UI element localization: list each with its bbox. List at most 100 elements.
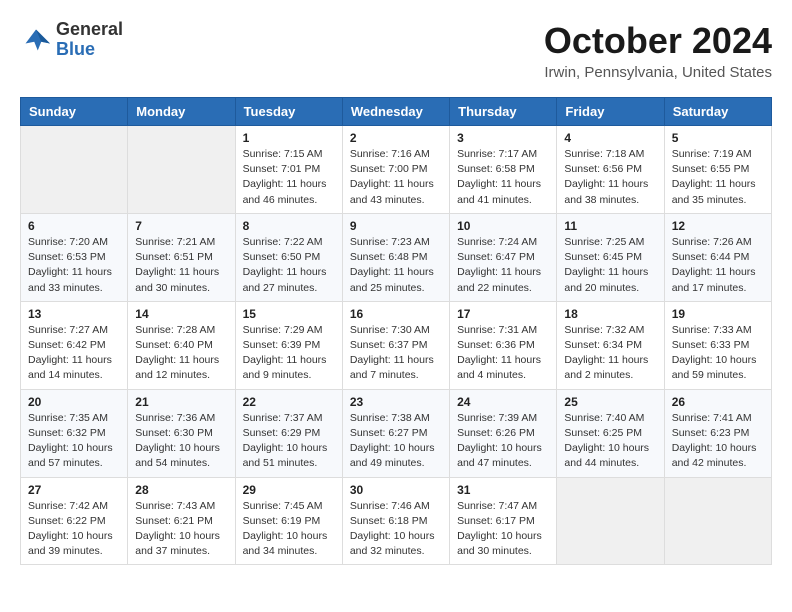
day-number: 24 <box>457 395 549 409</box>
day-number: 13 <box>28 307 120 321</box>
day-info: Sunrise: 7:41 AMSunset: 6:23 PMDaylight:… <box>672 411 764 472</box>
day-info: Sunrise: 7:42 AMSunset: 6:22 PMDaylight:… <box>28 499 120 560</box>
day-info: Sunrise: 7:17 AMSunset: 6:58 PMDaylight:… <box>457 147 549 208</box>
day-number: 14 <box>135 307 227 321</box>
table-row: 19Sunrise: 7:33 AMSunset: 6:33 PMDayligh… <box>664 301 771 389</box>
day-number: 22 <box>243 395 335 409</box>
calendar-week-row: 6 Sunrise: 7:20 AMSunset: 6:53 PMDaylight… <box>21 213 772 301</box>
day-number: 6 <box>28 219 120 233</box>
day-number: 11 <box>564 219 656 233</box>
day-number: 25 <box>564 395 656 409</box>
logo-icon <box>20 26 52 54</box>
table-row: 2 Sunrise: 7:16 AMSunset: 7:00 PMDaylight… <box>342 126 449 214</box>
table-row: 1Sunrise: 7:15 AMSunset: 7:01 PMDaylight… <box>235 126 342 214</box>
table-row: 4 Sunrise: 7:18 AMSunset: 6:56 PMDaylight… <box>557 126 664 214</box>
day-number: 4 <box>564 131 656 145</box>
day-number: 30 <box>350 483 442 497</box>
col-tuesday: Tuesday <box>235 98 342 126</box>
table-row: 6 Sunrise: 7:20 AMSunset: 6:53 PMDaylight… <box>21 213 128 301</box>
day-number: 15 <box>243 307 335 321</box>
table-row: 14 Sunrise: 7:28 AMSunset: 6:40 PMDayligh… <box>128 301 235 389</box>
day-info: Sunrise: 7:18 AMSunset: 6:56 PMDaylight:… <box>564 147 656 208</box>
day-info: Sunrise: 7:21 AMSunset: 6:51 PMDaylight:… <box>135 235 227 296</box>
day-number: 17 <box>457 307 549 321</box>
table-row: 17Sunrise: 7:31 AMSunset: 6:36 PMDayligh… <box>450 301 557 389</box>
day-number: 28 <box>135 483 227 497</box>
day-number: 12 <box>672 219 764 233</box>
table-row: 29Sunrise: 7:45 AMSunset: 6:19 PMDayligh… <box>235 477 342 565</box>
day-info: Sunrise: 7:39 AMSunset: 6:26 PMDaylight:… <box>457 411 549 472</box>
table-row: 22 Sunrise: 7:37 AMSunset: 6:29 PMDayligh… <box>235 389 342 477</box>
table-row: 30 Sunrise: 7:46 AMSunset: 6:18 PMDayligh… <box>342 477 449 565</box>
table-row: 15Sunrise: 7:29 AMSunset: 6:39 PMDayligh… <box>235 301 342 389</box>
day-info: Sunrise: 7:32 AMSunset: 6:34 PMDaylight:… <box>564 323 656 384</box>
day-info: Sunrise: 7:22 AMSunset: 6:50 PMDaylight:… <box>243 235 335 296</box>
table-row: 13 Sunrise: 7:27 AMSunset: 6:42 PMDayligh… <box>21 301 128 389</box>
table-row: 26 Sunrise: 7:41 AMSunset: 6:23 PMDayligh… <box>664 389 771 477</box>
table-row: 20 Sunrise: 7:35 AMSunset: 6:32 PMDayligh… <box>21 389 128 477</box>
day-number: 20 <box>28 395 120 409</box>
table-row: 7 Sunrise: 7:21 AMSunset: 6:51 PMDaylight… <box>128 213 235 301</box>
title-area: October 2024 Irwin, Pennsylvania, United… <box>544 20 772 81</box>
day-info: Sunrise: 7:45 AMSunset: 6:19 PMDaylight:… <box>243 499 335 560</box>
day-number: 19 <box>672 307 764 321</box>
day-number: 27 <box>28 483 120 497</box>
table-row <box>664 477 771 565</box>
calendar-week-row: 20 Sunrise: 7:35 AMSunset: 6:32 PMDayligh… <box>21 389 772 477</box>
day-number: 2 <box>350 131 442 145</box>
table-row: 12 Sunrise: 7:26 AMSunset: 6:44 PMDayligh… <box>664 213 771 301</box>
day-info: Sunrise: 7:37 AMSunset: 6:29 PMDaylight:… <box>243 411 335 472</box>
day-info: Sunrise: 7:26 AMSunset: 6:44 PMDaylight:… <box>672 235 764 296</box>
day-number: 5 <box>672 131 764 145</box>
day-number: 1 <box>243 131 335 145</box>
col-friday: Friday <box>557 98 664 126</box>
calendar-week-row: 13 Sunrise: 7:27 AMSunset: 6:42 PMDayligh… <box>21 301 772 389</box>
logo: General Blue <box>20 20 123 60</box>
col-thursday: Thursday <box>450 98 557 126</box>
day-info: Sunrise: 7:28 AMSunset: 6:40 PMDaylight:… <box>135 323 227 384</box>
day-number: 10 <box>457 219 549 233</box>
day-info: Sunrise: 7:24 AMSunset: 6:47 PMDaylight:… <box>457 235 549 296</box>
calendar-week-row: 1Sunrise: 7:15 AMSunset: 7:01 PMDaylight… <box>21 126 772 214</box>
day-info: Sunrise: 7:16 AMSunset: 7:00 PMDaylight:… <box>350 147 442 208</box>
day-info: Sunrise: 7:25 AMSunset: 6:45 PMDaylight:… <box>564 235 656 296</box>
table-row: 24 Sunrise: 7:39 AMSunset: 6:26 PMDayligh… <box>450 389 557 477</box>
day-info: Sunrise: 7:20 AMSunset: 6:53 PMDaylight:… <box>28 235 120 296</box>
day-info: Sunrise: 7:46 AMSunset: 6:18 PMDaylight:… <box>350 499 442 560</box>
table-row: 3 Sunrise: 7:17 AMSunset: 6:58 PMDaylight… <box>450 126 557 214</box>
table-row: 5Sunrise: 7:19 AMSunset: 6:55 PMDaylight… <box>664 126 771 214</box>
day-number: 21 <box>135 395 227 409</box>
table-row: 9 Sunrise: 7:23 AMSunset: 6:48 PMDaylight… <box>342 213 449 301</box>
logo-text: General Blue <box>56 20 123 60</box>
page-header: General Blue October 2024 Irwin, Pennsyl… <box>20 20 772 81</box>
day-info: Sunrise: 7:35 AMSunset: 6:32 PMDaylight:… <box>28 411 120 472</box>
calendar-header-row: Sunday Monday Tuesday Wednesday Thursday… <box>21 98 772 126</box>
table-row: 18Sunrise: 7:32 AMSunset: 6:34 PMDayligh… <box>557 301 664 389</box>
day-number: 3 <box>457 131 549 145</box>
day-info: Sunrise: 7:23 AMSunset: 6:48 PMDaylight:… <box>350 235 442 296</box>
day-info: Sunrise: 7:47 AMSunset: 6:17 PMDaylight:… <box>457 499 549 560</box>
day-info: Sunrise: 7:38 AMSunset: 6:27 PMDaylight:… <box>350 411 442 472</box>
month-title: October 2024 <box>544 20 772 62</box>
logo-general: General <box>56 20 123 40</box>
day-number: 7 <box>135 219 227 233</box>
day-number: 8 <box>243 219 335 233</box>
day-info: Sunrise: 7:43 AMSunset: 6:21 PMDaylight:… <box>135 499 227 560</box>
table-row: 16Sunrise: 7:30 AMSunset: 6:37 PMDayligh… <box>342 301 449 389</box>
day-number: 23 <box>350 395 442 409</box>
day-number: 9 <box>350 219 442 233</box>
col-saturday: Saturday <box>664 98 771 126</box>
table-row <box>557 477 664 565</box>
calendar-week-row: 27 Sunrise: 7:42 AMSunset: 6:22 PMDayligh… <box>21 477 772 565</box>
day-info: Sunrise: 7:27 AMSunset: 6:42 PMDaylight:… <box>28 323 120 384</box>
table-row: 27 Sunrise: 7:42 AMSunset: 6:22 PMDayligh… <box>21 477 128 565</box>
col-sunday: Sunday <box>21 98 128 126</box>
calendar-table: Sunday Monday Tuesday Wednesday Thursday… <box>20 97 772 565</box>
table-row: 25Sunrise: 7:40 AMSunset: 6:25 PMDayligh… <box>557 389 664 477</box>
day-number: 26 <box>672 395 764 409</box>
table-row: 23 Sunrise: 7:38 AMSunset: 6:27 PMDayligh… <box>342 389 449 477</box>
table-row: 10 Sunrise: 7:24 AMSunset: 6:47 PMDayligh… <box>450 213 557 301</box>
day-number: 16 <box>350 307 442 321</box>
table-row: 21Sunrise: 7:36 AMSunset: 6:30 PMDayligh… <box>128 389 235 477</box>
table-row: 28 Sunrise: 7:43 AMSunset: 6:21 PMDayligh… <box>128 477 235 565</box>
